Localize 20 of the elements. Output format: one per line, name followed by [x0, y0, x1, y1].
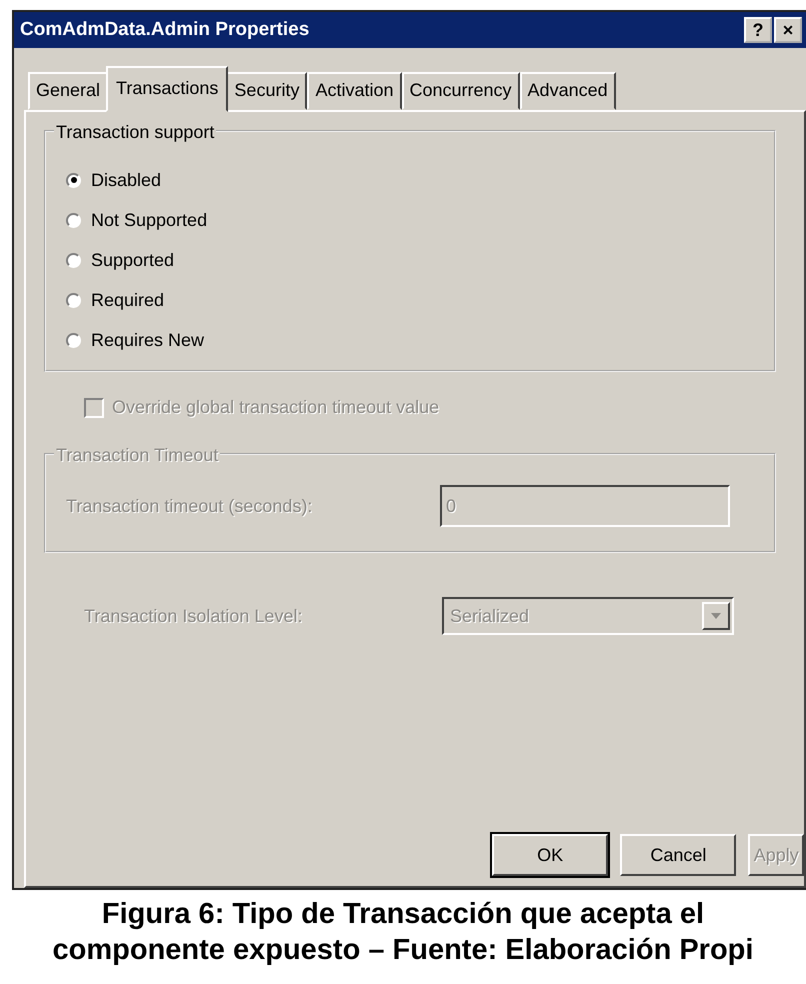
help-button[interactable]: ? — [744, 17, 772, 43]
checkbox-label: Override global transaction timeout value — [112, 396, 440, 419]
dialog-button[interactable]: OK — [492, 834, 608, 876]
figure-caption: Figura 6: Tipo de Transacción que acepta el componente expuesto – Fuente: Elaboración Propi — [52, 897, 754, 968]
radio-option[interactable]: Requires New — [66, 320, 204, 360]
field-label: Transaction timeout (seconds): — [66, 494, 314, 518]
tab[interactable]: Advanced — [520, 72, 616, 110]
dialog-button[interactable]: Cancel — [620, 834, 736, 876]
tab[interactable]: Security — [226, 72, 308, 110]
window-title: ComAdmData.Admin Properties — [20, 18, 310, 42]
tab[interactable]: General — [28, 72, 108, 110]
radio-option[interactable]: Supported — [66, 240, 174, 280]
tab[interactable]: Activation — [307, 72, 402, 110]
radio-option[interactable]: Disabled — [66, 160, 162, 200]
tab[interactable]: Transactions — [106, 66, 228, 112]
field-label: Transaction Isolation Level: — [84, 604, 304, 628]
close-button[interactable]: × — [774, 17, 802, 43]
radio-option[interactable]: Not Supported — [66, 200, 208, 240]
tab[interactable]: Concurrency — [402, 72, 520, 110]
radio-option[interactable]: Required — [66, 280, 164, 320]
